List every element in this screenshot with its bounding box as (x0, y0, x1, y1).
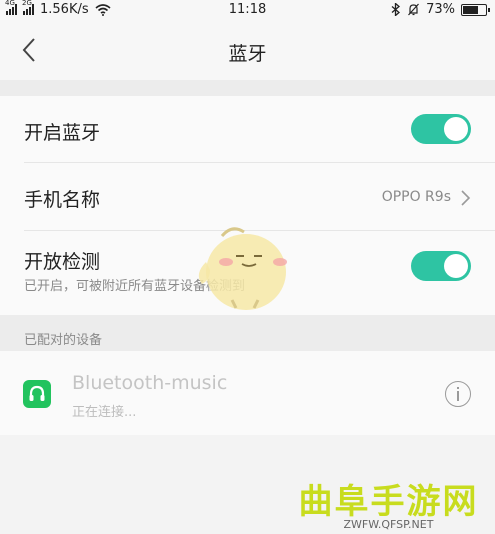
chevron-right-icon (461, 190, 471, 206)
battery-icon (461, 3, 490, 16)
headset-icon (29, 385, 45, 401)
bluetooth-icon (391, 3, 401, 16)
page-title: 蓝牙 (228, 43, 267, 65)
device-info-button[interactable] (445, 381, 471, 407)
device-name-value: OPPO R9s (381, 189, 451, 205)
toggle-knob (444, 117, 468, 141)
mute-bell-icon (408, 3, 420, 16)
mascot-watermark-image (198, 227, 287, 310)
device-name-row[interactable]: 手机名称 OPPO R9s (0, 163, 495, 230)
bluetooth-toggle[interactable] (411, 114, 471, 144)
title-bar: 蓝牙 (0, 20, 495, 80)
device-icon (23, 380, 51, 408)
visibility-label: 开放检测 (24, 251, 101, 273)
device-status: 正在连接... (72, 405, 137, 420)
watermark-title: 曲阜手游网 (298, 482, 479, 522)
status-bar: 4G 2G 1.56K/s 11:18 73% (0, 0, 495, 20)
battery-level-fill (463, 5, 479, 14)
watermark-url: ZWFW.QFSP.NET (343, 518, 434, 531)
toggle-knob (444, 254, 468, 278)
visibility-toggle[interactable] (411, 251, 471, 281)
section-gap (0, 80, 495, 96)
device-name-label: 手机名称 (24, 189, 101, 211)
paired-section-header: 已配对的设备 (0, 315, 495, 351)
status-bar-right: 73% (391, 2, 490, 17)
site-watermark: 曲阜手游网 ZWFW.QFSP.NET (282, 470, 495, 534)
device-name: Bluetooth-music (72, 372, 228, 394)
bluetooth-label: 开启蓝牙 (24, 122, 101, 144)
bluetooth-toggle-row[interactable]: 开启蓝牙 (0, 96, 495, 162)
paired-section-title: 已配对的设备 (24, 333, 103, 348)
battery-percent: 73% (426, 2, 455, 17)
